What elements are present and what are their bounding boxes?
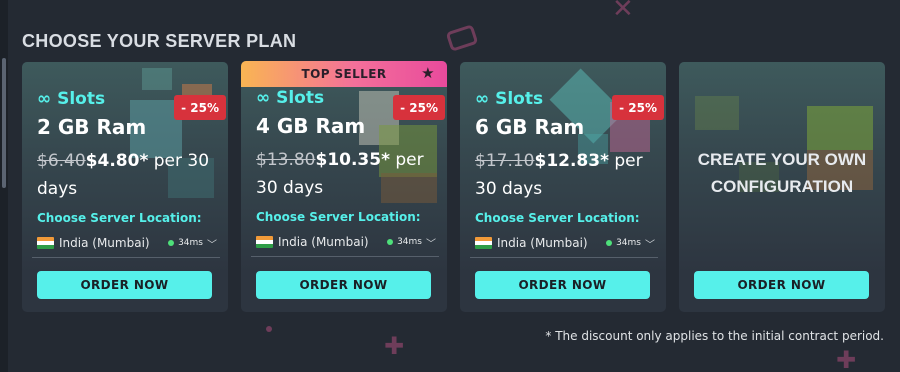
- plus-decoration-icon: ✚: [384, 332, 405, 360]
- india-flag-icon: [256, 236, 273, 248]
- ping-indicator: 34ms: [168, 238, 203, 248]
- star-icon: ★: [421, 64, 435, 82]
- location-label: Choose Server Location:: [37, 211, 202, 225]
- divider: [470, 257, 658, 258]
- status-dot-icon: [387, 239, 394, 245]
- price-text: $17.10$12.83* per 30 days: [475, 147, 661, 203]
- order-now-button[interactable]: ORDER NOW: [37, 271, 212, 299]
- discount-footnote: * The discount only applies to the initi…: [545, 329, 884, 343]
- order-now-button[interactable]: ORDER NOW: [256, 271, 431, 299]
- cross-decoration-icon: ✕: [612, 0, 634, 24]
- location-label: Choose Server Location:: [475, 211, 640, 225]
- location-select[interactable]: India (Mumbai) 34ms ﹀: [256, 233, 436, 251]
- new-price: $10.35*: [315, 150, 390, 170]
- new-price: $12.83*: [534, 151, 609, 171]
- chevron-down-icon[interactable]: ﹀: [426, 235, 436, 250]
- ram-label: 2 GB Ram: [37, 115, 147, 139]
- india-flag-icon: [37, 237, 54, 249]
- location-value: India (Mumbai): [278, 235, 369, 249]
- chevron-down-icon[interactable]: ﹀: [645, 236, 655, 251]
- ping-indicator: 34ms: [606, 238, 641, 248]
- divider: [32, 257, 220, 258]
- custom-config-card: CREATE YOUR OWN CONFIGURATION ORDER NOW: [679, 62, 885, 312]
- ping-value: 34ms: [178, 238, 203, 248]
- discount-badge: - 25%: [393, 95, 445, 120]
- slots-label: ∞ Slots: [37, 89, 106, 109]
- slots-label: ∞ Slots: [475, 89, 544, 109]
- status-dot-icon: [606, 240, 613, 246]
- robot-decoration-icon: [445, 24, 479, 52]
- ram-label: 6 GB Ram: [475, 115, 585, 139]
- location-select[interactable]: India (Mumbai) 34ms ﹀: [475, 234, 655, 252]
- custom-config-title: CREATE YOUR OWN CONFIGURATION: [697, 150, 867, 196]
- scrollbar-thumb[interactable]: [2, 58, 6, 188]
- slots-label: ∞ Slots: [256, 88, 325, 108]
- ping-value: 34ms: [616, 238, 641, 248]
- order-now-button[interactable]: ORDER NOW: [475, 271, 650, 299]
- top-seller-ribbon: TOP SELLER ★: [241, 61, 447, 87]
- chevron-down-icon[interactable]: ﹀: [207, 236, 217, 251]
- location-label: Choose Server Location:: [256, 210, 421, 224]
- plan-card-4gb: TOP SELLER ★ - 25% ∞ Slots 4 GB Ram $13.…: [241, 61, 447, 312]
- plan-card-2gb: - 25% ∞ Slots 2 GB Ram $6.40$4.80* per 3…: [22, 62, 228, 312]
- order-now-button[interactable]: ORDER NOW: [694, 271, 869, 299]
- india-flag-icon: [475, 237, 492, 249]
- page-scrollbar[interactable]: [0, 0, 8, 372]
- discount-badge: - 25%: [174, 95, 226, 120]
- page-title: CHOOSE YOUR SERVER PLAN: [22, 31, 297, 51]
- location-value: India (Mumbai): [497, 236, 588, 250]
- discount-badge: - 25%: [612, 95, 664, 120]
- status-dot-icon: [168, 240, 175, 246]
- ping-indicator: 34ms: [387, 237, 422, 247]
- plus-decoration-icon: ✚: [836, 346, 857, 372]
- price-text: $6.40$4.80* per 30 days: [37, 147, 223, 203]
- price-text: $13.80$10.35* per 30 days: [256, 146, 442, 202]
- plan-card-6gb: - 25% ∞ Slots 6 GB Ram $17.10$12.83* per…: [460, 62, 666, 312]
- ping-value: 34ms: [397, 237, 422, 247]
- old-price: $17.10: [475, 151, 535, 171]
- dot-decoration: [266, 326, 272, 332]
- location-select[interactable]: India (Mumbai) 34ms ﹀: [37, 234, 217, 252]
- top-seller-label: TOP SELLER: [301, 67, 387, 81]
- location-value: India (Mumbai): [59, 236, 150, 250]
- old-price: $6.40: [37, 151, 86, 171]
- ram-label: 4 GB Ram: [256, 114, 366, 138]
- new-price: $4.80*: [85, 151, 149, 171]
- divider: [251, 256, 439, 257]
- old-price: $13.80: [256, 150, 316, 170]
